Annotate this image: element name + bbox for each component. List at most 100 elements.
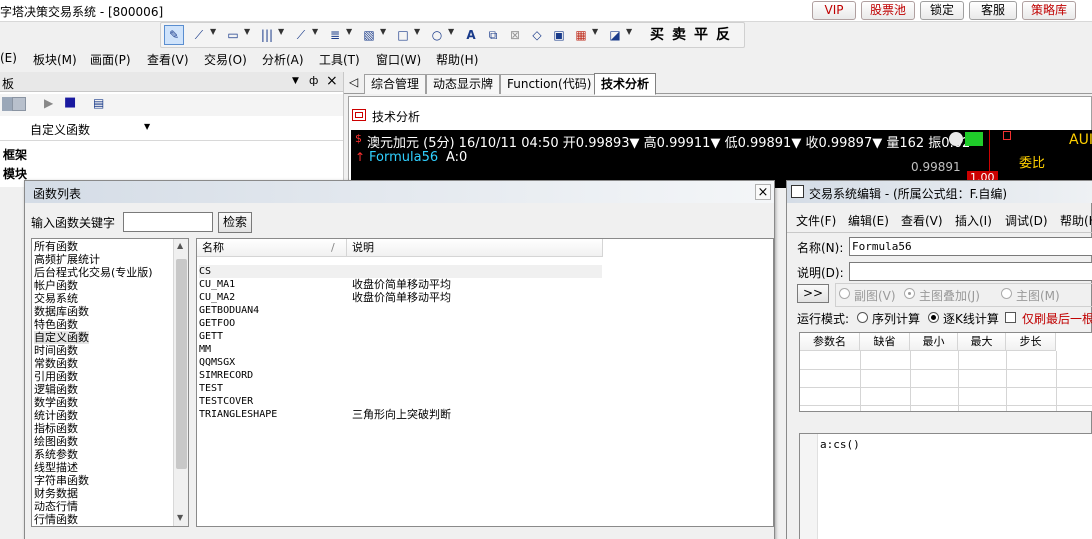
menu-sector[interactable]: 板块(M) [33,51,77,68]
settings-tool-icon[interactable]: ▣ [549,25,569,45]
tab-scroll-left-icon[interactable]: ◁ [349,75,358,89]
vip-button[interactable]: VIP [812,1,856,20]
signal-tool-icon[interactable]: ◪ [605,25,625,45]
stop-icon[interactable]: ■ [64,95,76,110]
signal-status-icon[interactable] [965,132,983,146]
code-text[interactable]: a:cs() [820,438,860,451]
table-row[interactable]: TRIANGLESHAPE [199,408,349,421]
table-row[interactable]: TESTCOVER [199,395,349,408]
chevron-down-icon[interactable]: ▼ [592,27,598,36]
line-tool-icon[interactable]: ⟋ [189,25,209,45]
search-input[interactable] [123,212,213,232]
list-item[interactable]: 后台程式化交易(专业版) [34,266,153,279]
editor-menu-help[interactable]: 帮助(H) [1060,212,1092,229]
tab-technical-analysis[interactable]: 技术分析 [594,73,657,95]
tab-overview[interactable]: 综合管理 [364,74,427,94]
chevron-down-icon[interactable]: ▼ [244,27,250,36]
list-item[interactable]: 特色函数 [34,318,78,331]
expand-button[interactable]: >> [797,284,829,303]
buy-button[interactable]: 买 [647,25,667,45]
sell-button[interactable]: 卖 [669,25,689,45]
list-item[interactable]: 字符串函数 [34,474,89,487]
stock-pool-button[interactable]: 股票池 [861,1,915,20]
menu-help[interactable]: 帮助(H) [436,51,478,68]
table-row[interactable]: CU_MA2 [199,291,349,304]
chevron-down-icon[interactable]: ▼ [144,122,150,131]
column-header-name[interactable]: 名称 / [197,239,347,257]
reverse-button[interactable]: 反 [713,25,733,45]
scrollbar-thumb[interactable] [176,259,187,469]
chevron-down-icon[interactable]: ▼ [346,27,352,36]
chevron-down-icon[interactable]: ▼ [448,27,454,36]
refresh-last-checkbox[interactable] [1005,312,1016,323]
menu-trade[interactable]: 交易(O) [204,51,247,68]
radio-main-chart[interactable] [1001,288,1012,299]
list-item[interactable]: 动态行情 [34,500,78,513]
code-editor[interactable]: a:cs() [799,433,1092,539]
scroll-down-icon[interactable]: ▼ [177,513,183,522]
table-row[interactable]: CS [199,265,349,278]
lock-button[interactable]: 锁定 [920,1,964,20]
channel-tool-icon[interactable]: ▭ [223,25,243,45]
vertical-scrollbar[interactable]: ▲ ▼ [173,239,188,526]
list-item[interactable]: 常数函数 [34,357,78,370]
list-item[interactable]: 时间函数 [34,344,78,357]
text-tool-icon[interactable]: A [461,25,481,45]
list-item[interactable]: 数据库函数 [34,305,89,318]
list-item[interactable]: 绘图函数 [34,435,78,448]
close-position-button[interactable]: 平 [691,25,711,45]
chevron-down-icon[interactable]: ▼ [312,27,318,36]
list-item[interactable]: 统计函数 [34,409,78,422]
copy-tool-icon[interactable]: ⧉ [483,25,503,45]
pattern-tool-icon[interactable]: ▧ [359,25,379,45]
chevron-down-icon[interactable]: ▼ [292,76,299,86]
table-row[interactable]: GETFOO [199,317,349,330]
draw-line-tool-icon[interactable]: ✎ [164,25,184,45]
tab-dynamic-board[interactable]: 动态显示牌 [426,74,501,94]
function-type-select[interactable]: 自定义函数 ▼ [0,119,155,137]
close-icon[interactable]: × [326,73,338,89]
pin-icon[interactable]: ф [309,74,318,87]
radio-bar-by-bar[interactable] [928,312,939,323]
editor-menu-insert[interactable]: 插入(I) [955,212,992,229]
chevron-down-icon[interactable]: ▼ [278,27,284,36]
parameter-table[interactable]: 参数名 缺省 最小 最大 步长 [799,332,1092,412]
radio-sequence-calc[interactable] [857,312,868,323]
category-list[interactable]: 所有函数 高频扩展统计 后台程式化交易(专业版) 帐户函数 交易系统 数据库函数… [31,238,189,527]
list-item[interactable]: 行情函数 [34,513,78,526]
list-item[interactable]: 逻辑函数 [34,383,78,396]
list-item[interactable]: 财务数据 [34,487,78,500]
list-item[interactable]: 所有函数 [34,240,78,253]
formula-icon[interactable]: ▤ [93,96,104,110]
clock-icon[interactable] [949,132,963,146]
close-icon[interactable]: × [755,184,771,200]
table-row[interactable]: SIMRECORD [199,369,349,382]
ellipse-tool-icon[interactable]: ○ [427,25,447,45]
list-item-selected[interactable]: 自定义函数 [34,331,89,344]
radio-sub-chart[interactable] [839,288,850,299]
description-field[interactable] [849,262,1092,281]
column-header-desc[interactable]: 说明 [347,239,603,257]
delete-tool-icon[interactable]: ⊠ [505,25,525,45]
fibonacci-tool-icon[interactable]: ≣ [325,25,345,45]
list-item[interactable]: 高频扩展统计 [34,253,100,266]
table-row[interactable]: GETT [199,330,349,343]
menu-window[interactable]: 窗口(W) [376,51,421,68]
menu-screen[interactable]: 画面(P) [90,51,131,68]
eraser-tool-icon[interactable]: ◇ [527,25,547,45]
list-item[interactable]: 帐户函数 [34,279,78,292]
tab-function-code[interactable]: Function(代码) [500,74,599,94]
color-grid-icon[interactable]: ▦ [571,25,591,45]
support-button[interactable]: 客服 [969,1,1017,20]
strategy-library-button[interactable]: 策略库 [1022,1,1076,20]
menu-tools[interactable]: 工具(T) [319,51,360,68]
table-row[interactable]: MM [199,343,349,356]
scroll-up-icon[interactable]: ▲ [177,241,183,250]
chevron-down-icon[interactable]: ▼ [380,27,386,36]
tree-item-framework[interactable]: 框架 [3,146,27,163]
formula-name-field[interactable]: Formula56 [849,237,1092,256]
print-icon[interactable] [12,97,26,111]
rectangle-tool-icon[interactable]: □ [393,25,413,45]
editor-menu-edit[interactable]: 编辑(E) [848,212,889,229]
editor-menu-view[interactable]: 查看(V) [901,212,943,229]
